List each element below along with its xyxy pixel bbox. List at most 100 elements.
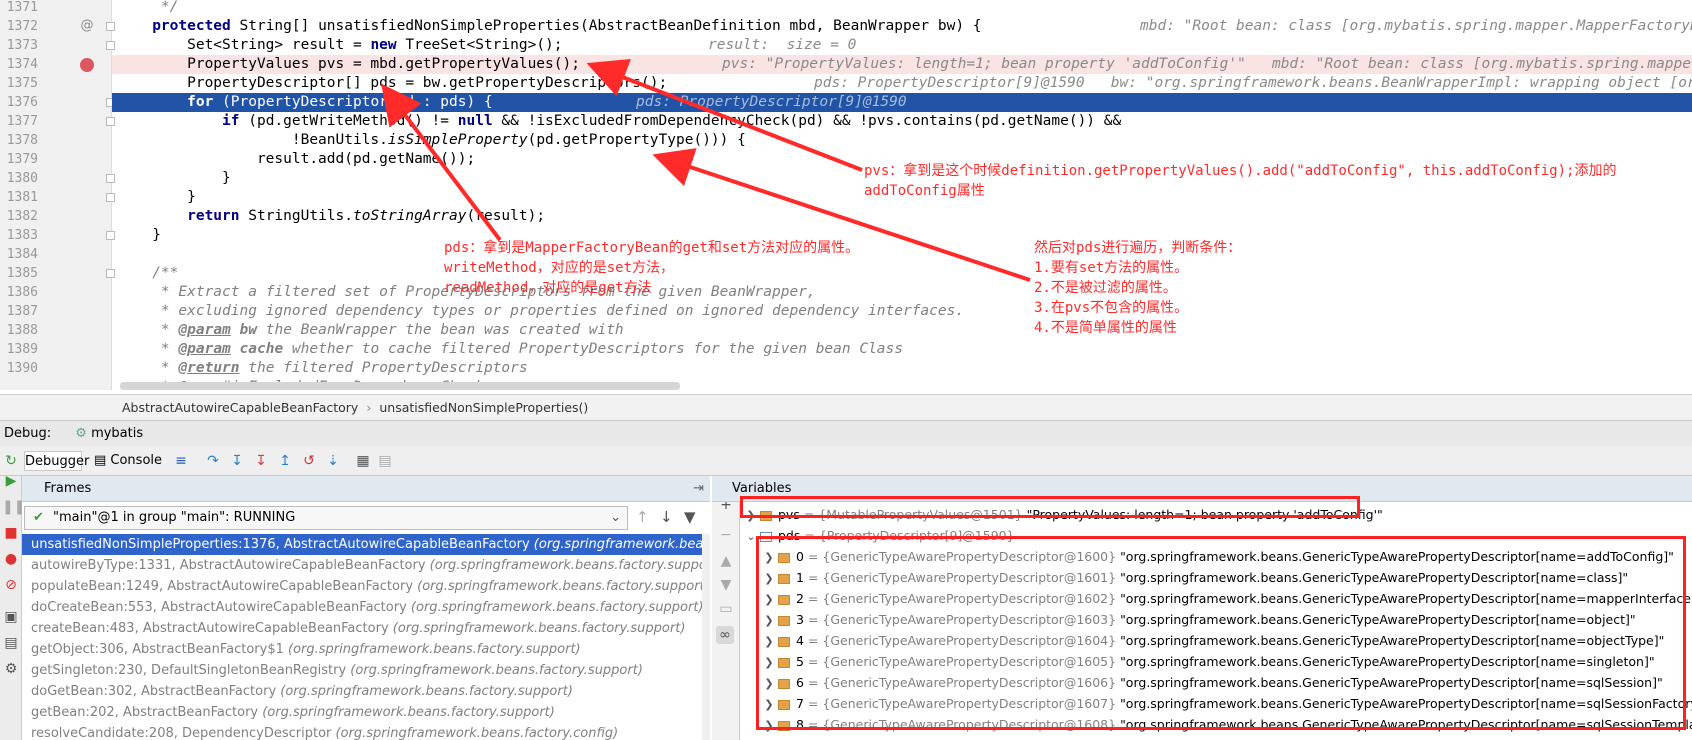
frames-scrollbar[interactable]	[702, 534, 710, 740]
move-up-icon[interactable]: ▲	[717, 552, 735, 570]
chevron-right-icon[interactable]: ❯	[762, 715, 776, 736]
code-line[interactable]: */	[112, 0, 1692, 17]
remove-watch-icon[interactable]: −	[717, 526, 735, 544]
arrow-up-icon[interactable]: ↑	[636, 508, 649, 526]
thread-selector[interactable]: ✔ "main"@1 in group "main": RUNNING ⌄	[24, 506, 628, 530]
debug-session-tab[interactable]: ⚙ mybatis	[69, 421, 149, 447]
frame-package: (org.springframework.beans.factory.suppo…	[346, 663, 643, 678]
stack-frame[interactable]: autowireByType:1331, AbstractAutowireCap…	[22, 555, 710, 576]
rerun-icon[interactable]: ↻	[2, 452, 20, 470]
code-line[interactable]	[112, 245, 1692, 264]
variable-child-row[interactable]: ❯ 0 = {GenericTypeAwarePropertyDescriptor…	[762, 546, 1674, 567]
view-breakpoints-icon[interactable]: ●	[2, 550, 20, 568]
mute-breakpoints-icon[interactable]: ⊘	[2, 576, 20, 594]
field-icon	[778, 699, 790, 710]
tab-console[interactable]: ▤ Console	[88, 451, 168, 471]
variable-child-row[interactable]: ❯ 4 = {GenericTypeAwarePropertyDescriptor…	[762, 630, 1664, 651]
chevron-right-icon[interactable]: ❯	[762, 673, 776, 694]
gear-icon[interactable]: ⚙	[2, 660, 20, 678]
pause-icon[interactable]: ❚❚	[2, 498, 25, 516]
code-text: * @param bw the BeanWrapper the bean was…	[152, 322, 624, 338]
code-line[interactable]: * Extract a filtered set of PropertyDesc…	[112, 283, 1692, 302]
stack-frame[interactable]: getSingleton:230, DefaultSingletonBeanRe…	[22, 660, 710, 681]
code-line[interactable]: return StringUtils.toStringArray(result)…	[112, 207, 1692, 226]
camera-icon[interactable]: ▣	[2, 608, 20, 626]
chevron-right-icon[interactable]: ❯	[762, 589, 776, 610]
code-line[interactable]: !BeanUtils.isSimpleProperty(pd.getProper…	[112, 131, 1692, 150]
variable-row[interactable]: ⌄ pds = {PropertyDescriptor[9]@1590}	[744, 525, 1014, 547]
stack-frame[interactable]: getBean:202, AbstractBeanFactory (org.sp…	[22, 702, 710, 723]
chevron-right-icon[interactable]: ❯	[762, 694, 776, 715]
step-out-icon[interactable]: ↥	[276, 452, 294, 470]
code-text: /**	[152, 265, 179, 281]
stack-frame[interactable]: populateBean:1249, AbstractAutowireCapab…	[22, 576, 710, 597]
field-icon	[778, 594, 790, 605]
run-to-cursor-icon[interactable]: ⇣	[324, 452, 342, 470]
variable-type: = {GenericTypeAwarePropertyDescriptor@16…	[803, 570, 1121, 585]
glasses-icon[interactable]: ∞	[716, 626, 734, 644]
editor-gutter[interactable]: 1371 1372 @1373 1374 1375 1376 1377 1378 1379 138…	[0, 0, 115, 390]
drop-frame-icon[interactable]: ↺	[300, 452, 318, 470]
step-over-icon[interactable]: ↷	[204, 452, 222, 470]
breadcrumb-class[interactable]: AbstractAutowireCapableBeanFactory	[122, 400, 358, 415]
menu-icon[interactable]: ≡	[172, 452, 190, 470]
variable-row[interactable]: ❯ pvs = {MutablePropertyValues@1501} "Pro…	[744, 504, 1382, 526]
settings-icon[interactable]: ▤	[376, 452, 394, 470]
chevron-down-icon[interactable]: ⌄	[744, 526, 758, 547]
variable-value: "org.springframework.beans.GenericTypeAw…	[1120, 591, 1692, 606]
filter-icon[interactable]: ▼	[684, 508, 696, 526]
chevron-right-icon[interactable]: ❯	[744, 505, 758, 526]
pin-icon[interactable]: ⇥	[693, 476, 704, 502]
force-step-into-icon[interactable]: ↧	[252, 452, 270, 470]
step-into-icon[interactable]: ↧	[228, 452, 246, 470]
stack-frame[interactable]: createBean:483, AbstractAutowireCapableB…	[22, 618, 710, 639]
code-line[interactable]: PropertyDescriptor[] pds = bw.getPropert…	[112, 74, 1692, 93]
code-line[interactable]: * @param bw the BeanWrapper the bean was…	[112, 321, 1692, 340]
frame-method: getObject:306, AbstractBeanFactory$1	[31, 642, 284, 657]
chevron-right-icon[interactable]: ❯	[762, 568, 776, 589]
chevron-right-icon[interactable]: ❯	[762, 547, 776, 568]
evaluate-expression-icon[interactable]: ▦	[354, 452, 372, 470]
editor-horizontal-scrollbar[interactable]	[120, 382, 680, 390]
stack-frame[interactable]: resolveCandidate:208, DependencyDescript…	[22, 723, 710, 740]
code-line[interactable]: if (pd.getWriteMethod() != null && !isEx…	[112, 112, 1692, 131]
copy-icon[interactable]: ▭	[717, 600, 735, 618]
resume-icon[interactable]: ▶	[2, 472, 20, 490]
code-line[interactable]: * excluding ignored dependency types or …	[112, 302, 1692, 321]
code-line[interactable]: * @return the filtered PropertyDescripto…	[112, 359, 1692, 378]
variable-child-row[interactable]: ❯ 7 = {GenericTypeAwarePropertyDescriptor…	[762, 693, 1692, 714]
current-execution-line[interactable]: for (PropertyDescriptor pd : pds) {pds: …	[112, 93, 1692, 112]
stack-frame[interactable]: doGetBean:302, AbstractBeanFactory (org.…	[22, 681, 710, 702]
chevron-right-icon[interactable]: ❯	[762, 631, 776, 652]
arrow-down-icon[interactable]: ↓	[660, 508, 673, 526]
chevron-right-icon[interactable]: ❯	[762, 652, 776, 673]
frame-method: getBean:202, AbstractBeanFactory	[31, 705, 259, 720]
variable-child-row[interactable]: ❯ 5 = {GenericTypeAwarePropertyDescriptor…	[762, 651, 1654, 673]
variable-value: "org.springframework.beans.GenericTypeAw…	[1120, 549, 1674, 564]
code-line[interactable]: * @param cache whether to cache filtered…	[112, 340, 1692, 359]
breadcrumb-method[interactable]: unsatisfiedNonSimpleProperties()	[379, 400, 588, 415]
code-line[interactable]: Set<String> result = new TreeSet<String>…	[112, 36, 1692, 55]
stack-frame[interactable]: getObject:306, AbstractBeanFactory$1 (or…	[22, 639, 710, 660]
move-down-icon[interactable]: ▼	[717, 576, 735, 594]
layout-icon[interactable]: ▤	[2, 634, 20, 652]
variable-child-row[interactable]: ❯ 8 = {GenericTypeAwarePropertyDescriptor…	[762, 714, 1692, 735]
breakpoint-icon[interactable]	[80, 58, 94, 72]
variable-child-row[interactable]: ❯ 2 = {GenericTypeAwarePropertyDescriptor…	[762, 588, 1692, 609]
frame-method: unsatisfiedNonSimpleProperties:1376, Abs…	[31, 537, 530, 552]
code-line[interactable]: /**	[112, 264, 1692, 283]
variable-child-row[interactable]: ❯ 3 = {GenericTypeAwarePropertyDescriptor…	[762, 609, 1635, 631]
chevron-right-icon[interactable]: ❯	[762, 610, 776, 631]
variable-child-row[interactable]: ❯ 1 = {GenericTypeAwarePropertyDescriptor…	[762, 567, 1628, 588]
variable-child-row[interactable]: ❯ 6 = {GenericTypeAwarePropertyDescriptor…	[762, 672, 1662, 694]
override-marker-icon[interactable]: @	[80, 19, 94, 33]
code-line[interactable]: }	[112, 226, 1692, 245]
chevron-down-icon[interactable]: ⌄	[610, 507, 621, 529]
stack-frame[interactable]: doCreateBean:553, AbstractAutowireCapabl…	[22, 597, 710, 618]
tab-debugger[interactable]: Debugger	[24, 451, 89, 471]
code-line[interactable]: protected String[] unsatisfiedNonSimpleP…	[112, 17, 1692, 36]
code-text: result.add(pd.getName());	[126, 151, 476, 167]
stack-frame[interactable]: unsatisfiedNonSimpleProperties:1376, Abs…	[22, 534, 710, 555]
code-line[interactable]: PropertyValues pvs = mbd.getPropertyValu…	[112, 55, 1692, 74]
stop-icon[interactable]: ■	[2, 524, 20, 542]
